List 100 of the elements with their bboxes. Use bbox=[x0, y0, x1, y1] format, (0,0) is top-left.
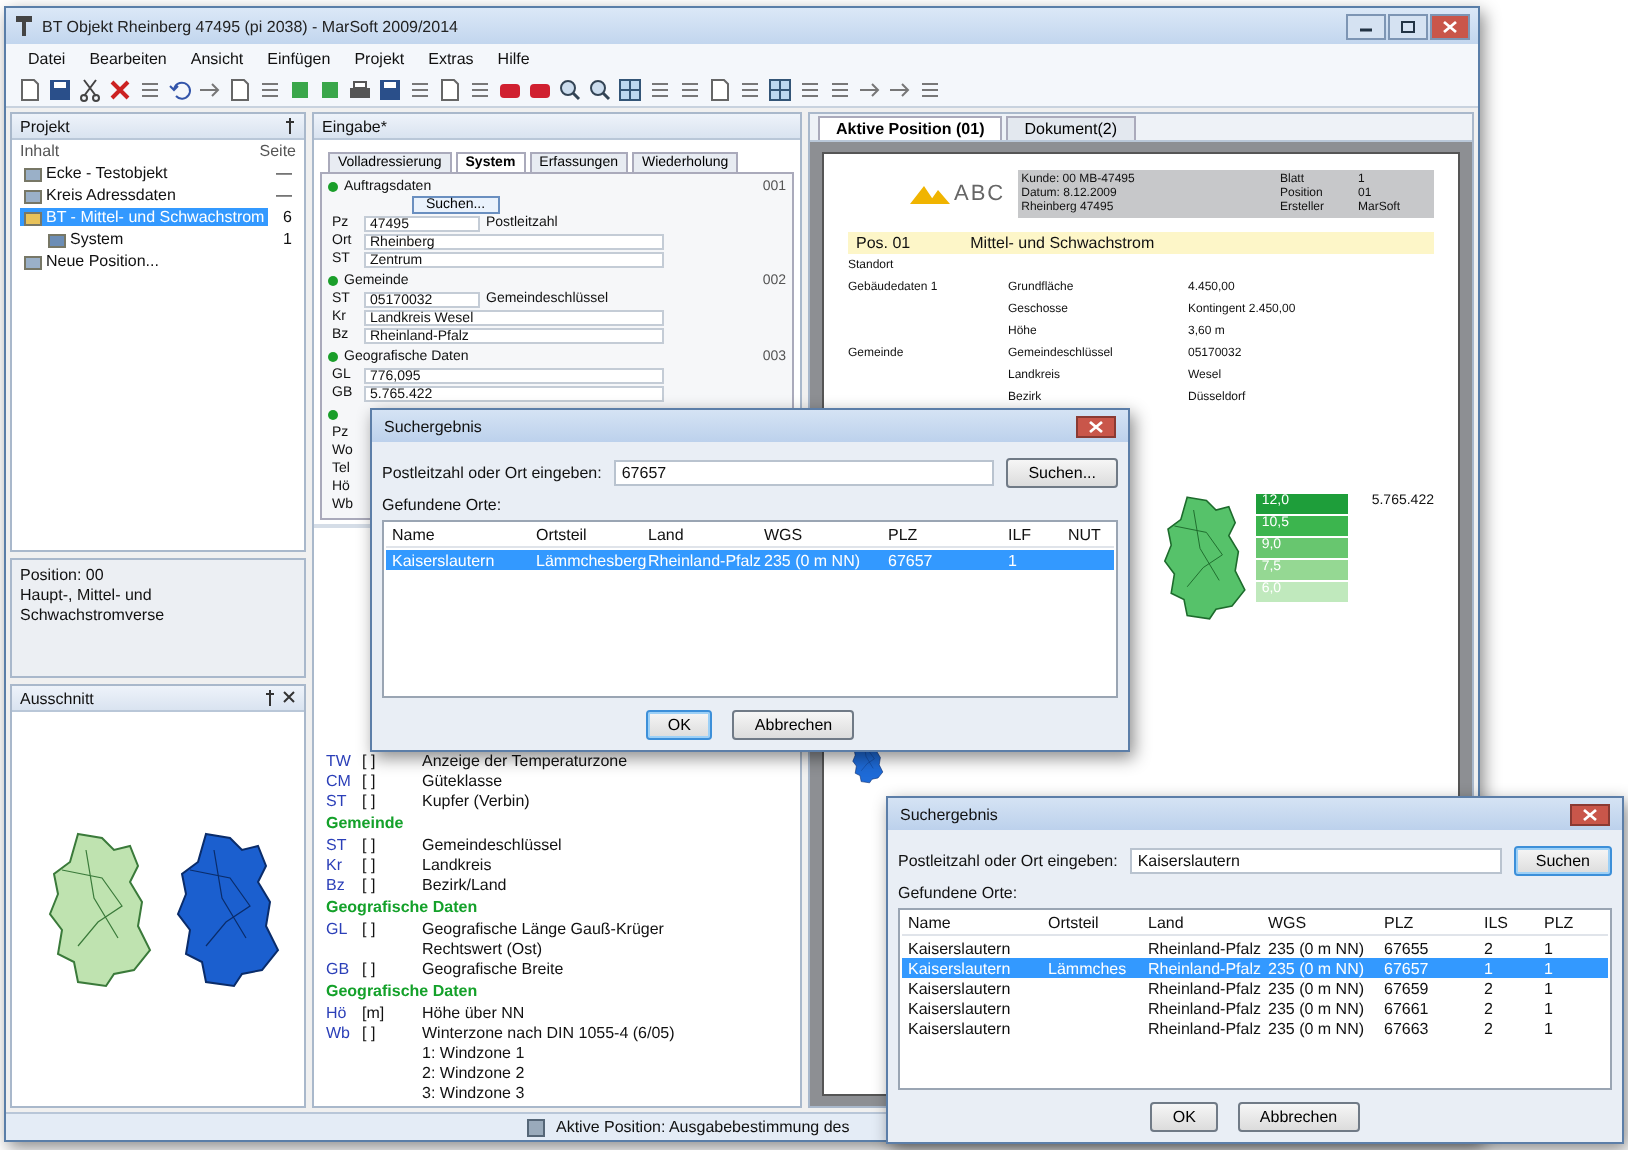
new-page-icon[interactable] bbox=[18, 77, 42, 101]
tree-item[interactable]: System bbox=[44, 230, 128, 248]
align-icon[interactable] bbox=[408, 77, 432, 101]
column-header[interactable]: PLZ bbox=[888, 526, 1008, 544]
save-icon[interactable] bbox=[48, 77, 72, 101]
section-marker bbox=[328, 182, 338, 192]
new-page-icon[interactable] bbox=[708, 77, 732, 101]
field-code: ST bbox=[326, 791, 349, 809]
ok-button[interactable]: OK bbox=[1150, 1102, 1218, 1132]
column-header[interactable]: Land bbox=[648, 526, 764, 544]
cancel-button[interactable]: Abbrechen bbox=[732, 710, 855, 740]
scissors-icon[interactable] bbox=[78, 77, 102, 101]
save-icon[interactable] bbox=[378, 77, 402, 101]
menu-item[interactable]: Projekt bbox=[352, 49, 407, 67]
zoom-icon[interactable] bbox=[558, 77, 582, 101]
arrow-icon[interactable] bbox=[888, 77, 912, 101]
table-cell-text: Rheinland-Pfalz bbox=[1148, 979, 1263, 997]
table-cell-text: Kaiserslautern bbox=[392, 551, 497, 569]
arrow-icon[interactable] bbox=[198, 77, 222, 101]
menu-item[interactable]: Extras bbox=[426, 49, 476, 67]
new-page-icon[interactable] bbox=[438, 77, 462, 101]
close-icon[interactable] bbox=[282, 690, 296, 704]
menu-item[interactable]: Einfügen bbox=[265, 49, 333, 67]
tree-item[interactable]: Kreis Adressdaten bbox=[20, 186, 180, 204]
field-code: Hö bbox=[326, 1003, 349, 1021]
column-header[interactable]: ILS bbox=[1484, 914, 1544, 932]
column-header[interactable]: PLZ bbox=[1544, 914, 1604, 932]
menu-item[interactable]: Datei bbox=[26, 49, 68, 67]
grid-icon[interactable] bbox=[618, 77, 642, 101]
section-marker bbox=[328, 410, 338, 420]
close-button[interactable] bbox=[1430, 13, 1470, 39]
unit-text: [ ] bbox=[362, 919, 378, 937]
cancel-button[interactable]: Abbrechen bbox=[1237, 1102, 1360, 1132]
tab[interactable]: Aktive Position (01) bbox=[818, 116, 1003, 140]
delete-icon[interactable] bbox=[108, 77, 132, 101]
column-header[interactable]: Name bbox=[392, 526, 536, 544]
column-header[interactable]: Land bbox=[1148, 914, 1268, 932]
tree-item[interactable]: Neue Position... bbox=[20, 252, 163, 270]
pin-icon[interactable] bbox=[284, 118, 296, 134]
zoom-icon[interactable] bbox=[588, 77, 612, 101]
column-header[interactable]: WGS bbox=[764, 526, 888, 544]
close-button[interactable] bbox=[1076, 415, 1116, 437]
table-cell-text: 1 bbox=[1544, 979, 1555, 997]
dialog-title: Suchergebnis bbox=[900, 805, 998, 823]
column-header[interactable]: Ortsteil bbox=[536, 526, 648, 544]
panel-title: Projekt bbox=[20, 117, 70, 135]
menu-item[interactable]: Bearbeiten bbox=[87, 49, 169, 67]
table-cell-text: 1 bbox=[1544, 939, 1555, 957]
results-list[interactable]: Name Ortsteil Land WGS PLZ ILF NUT Kaiserslautern LämmchesbergRheinland-Pfalz 235 (0 m NN) 67657 1 bbox=[382, 520, 1118, 698]
column-header[interactable]: Ortsteil bbox=[1048, 914, 1148, 932]
align-icon[interactable] bbox=[918, 77, 942, 101]
column-header[interactable]: PLZ bbox=[1384, 914, 1484, 932]
position-title: Mittel- und Schwachstrom bbox=[970, 234, 1155, 252]
results-list[interactable] bbox=[898, 908, 1612, 1090]
description-text: Winterzone nach DIN 1055-4 (6/05) bbox=[422, 1023, 675, 1041]
field-code: Kr bbox=[326, 855, 344, 873]
result-row[interactable]: Kaiserslautern Rheinland-Pfalz 235 (0 m NN) 67659 2 1 bbox=[902, 978, 1608, 998]
table-cell-text: 235 (0 m NN) bbox=[1268, 999, 1367, 1017]
table-cell-text: 67657 bbox=[1384, 959, 1431, 977]
column-header[interactable]: Name bbox=[908, 914, 1048, 932]
result-row[interactable]: Kaiserslautern Rheinland-Pfalz 235 (0 m NN) 67663 2 1 bbox=[902, 1018, 1608, 1038]
description-text: Geografische Breite bbox=[422, 959, 564, 977]
printer-icon[interactable] bbox=[348, 77, 372, 101]
search-button[interactable]: Suchen... bbox=[1006, 458, 1118, 488]
table-cell-text: Rheinland-Pfalz bbox=[648, 551, 763, 569]
align-icon[interactable] bbox=[798, 77, 822, 101]
search-field[interactable]: 67657 bbox=[613, 460, 995, 486]
align-icon[interactable] bbox=[828, 77, 852, 101]
result-row[interactable]: Kaiserslautern Rheinland-Pfalz 235 (0 m NN) 67655 2 1 bbox=[902, 938, 1608, 958]
panel-title: Ausschnitt bbox=[20, 689, 94, 707]
maximize-button[interactable] bbox=[1388, 13, 1428, 39]
align-icon[interactable] bbox=[738, 77, 762, 101]
search-field[interactable]: Kaiserslautern bbox=[1129, 848, 1502, 874]
arrow-icon[interactable] bbox=[858, 77, 882, 101]
column-header[interactable]: WGS bbox=[1268, 914, 1384, 932]
align-icon[interactable] bbox=[648, 77, 672, 101]
tab[interactable]: Dokument(2) bbox=[1006, 116, 1135, 140]
minimize-button[interactable] bbox=[1346, 13, 1386, 39]
search-button[interactable]: Suchen bbox=[1513, 846, 1612, 876]
table-cell-text: 235 (0 m NN) bbox=[1268, 939, 1367, 957]
menu-item[interactable]: Hilfe bbox=[495, 49, 532, 67]
column-header[interactable]: ILF bbox=[1008, 526, 1068, 544]
table-cell-text: Rheinland-Pfalz bbox=[1148, 959, 1263, 977]
tree-item[interactable]: Ecke - Testobjekt bbox=[20, 164, 172, 182]
align-icon[interactable] bbox=[258, 77, 282, 101]
undo-arrow-icon[interactable] bbox=[168, 77, 192, 101]
result-row[interactable]: Kaiserslautern Rheinland-Pfalz 235 (0 m NN) 67661 2 1 bbox=[902, 998, 1608, 1018]
logo-icon bbox=[908, 182, 952, 206]
page-number: 1 bbox=[283, 230, 292, 248]
ok-button[interactable]: OK bbox=[645, 710, 713, 740]
align-icon[interactable] bbox=[138, 77, 162, 101]
close-button[interactable] bbox=[1570, 803, 1610, 825]
field-code: Wb bbox=[326, 1023, 352, 1041]
pin-icon[interactable] bbox=[264, 690, 276, 706]
grid-icon[interactable] bbox=[768, 77, 792, 101]
unit-text: [ ] bbox=[362, 855, 378, 873]
align-icon[interactable] bbox=[468, 77, 492, 101]
menu-item[interactable]: Ansicht bbox=[188, 49, 246, 67]
align-icon[interactable] bbox=[678, 77, 702, 101]
new-page-icon[interactable] bbox=[228, 77, 252, 101]
